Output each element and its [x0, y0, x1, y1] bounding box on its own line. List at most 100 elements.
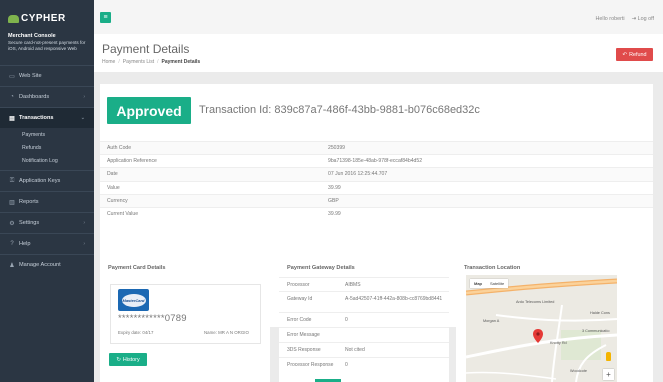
map-label: Knotty Rd — [550, 341, 567, 345]
sidebar: CYPHER Merchant Console Secure card-not-… — [0, 0, 94, 382]
chevron-right-icon: › — [83, 241, 85, 247]
sidebar-item-label: Application Keys — [19, 178, 61, 184]
brand-title: Merchant Console — [8, 33, 56, 39]
breadcrumb: Home / Payments List / Payment Details — [102, 59, 200, 65]
history-button-label: History — [122, 356, 140, 363]
breadcrumb-payments-list[interactable]: Payments List — [123, 59, 154, 65]
logo[interactable]: CYPHER — [0, 0, 94, 32]
payment-card: MasterCard ************0789 Expiry date:… — [110, 284, 261, 344]
chevron-down-icon: ⌄ — [80, 115, 85, 121]
sidebar-subitem-payments[interactable]: Payments — [0, 128, 94, 141]
hamburger-icon: ≡ — [103, 14, 108, 21]
menu-toggle-button[interactable]: ≡ — [100, 12, 111, 23]
payment-card-title: Payment Card Details — [108, 265, 166, 271]
sidebar-item-reports[interactable]: ▥ Reports — [0, 192, 94, 212]
sidebar-item-dashboards[interactable]: ◔ Dashboards › — [0, 87, 94, 107]
breadcrumb-home[interactable]: Home — [102, 59, 115, 65]
detail-value: 39.99 — [328, 184, 341, 191]
chevron-right-icon: › — [83, 220, 85, 226]
table-row: 3DS Response Not cited — [279, 342, 449, 357]
table-row: Currency GBP — [100, 193, 653, 207]
list-icon: ▤ — [9, 115, 15, 122]
table-row: Error Code 0 — [279, 312, 449, 327]
table-row: Value 39.99 — [100, 180, 653, 194]
cogs-icon: ⚙ — [9, 220, 15, 227]
detail-value: 250399 — [328, 145, 345, 152]
location-panel: Transaction Location Map Satellite Ardo … — [456, 256, 653, 382]
sidebar-item-manage-account[interactable]: ♟ Manage Account — [0, 255, 94, 275]
logout-icon: ⇥ — [631, 16, 637, 22]
table-row: Gateway Id A-5ad42507-41ff-442a-808b-cc8… — [279, 291, 449, 312]
table-row: Error Message — [279, 327, 449, 342]
street-view-pegman-icon[interactable] — [606, 352, 611, 361]
map-zoom-in-button[interactable]: + — [603, 369, 614, 380]
gateway-value: 0 — [345, 317, 348, 323]
tab-map[interactable]: Map — [470, 279, 486, 288]
sidebar-item-label: Dashboards — [19, 94, 50, 100]
card-expiry: Expiry date: 04/17 — [118, 330, 154, 335]
sidebar-subitem-refunds[interactable]: Refunds — [0, 141, 94, 154]
key-icon: ⚿ — [9, 177, 15, 184]
detail-key: Current Value — [107, 211, 139, 218]
sidebar-item-web-site[interactable]: ▭ Web Site — [0, 66, 94, 86]
gateway-panel: Payment Gateway Details Processor AIBMS … — [279, 256, 449, 382]
gateway-key: Processor — [287, 281, 310, 288]
gateway-key: 3DS Response — [287, 347, 321, 353]
breadcrumb-current: Payment Details — [161, 59, 201, 65]
table-row: Auth Code 250399 — [100, 141, 653, 155]
user-area: Hello roberti ⇥ Log off — [596, 16, 654, 22]
location-title: Transaction Location — [464, 265, 521, 271]
detail-key: Auth Code — [107, 145, 132, 152]
brand-subtitle: Secure card-not-present payments for iOS… — [8, 40, 86, 51]
logoff-link[interactable]: ⇥ Log off — [632, 16, 654, 22]
tab-satellite[interactable]: Satellite — [486, 279, 508, 288]
map-label: Ardo Telecoms Limited — [516, 300, 555, 304]
user-icon: ♟ — [9, 262, 15, 269]
table-row: Processor Response 0 — [279, 357, 449, 372]
chevron-right-icon: › — [83, 94, 85, 100]
detail-key: Date — [107, 171, 118, 178]
sidebar-item-label: Manage Account — [19, 262, 61, 268]
sidebar-item-help[interactable]: ? Help › — [0, 234, 94, 254]
payment-card-panel: Payment Card Details MasterCard ********… — [100, 256, 270, 382]
mastercard-logo-text: MasterCard — [121, 293, 146, 307]
detail-value: 9ba71398-185e-48ab-978f-eccaf84b4d52 — [328, 158, 423, 165]
gateway-title: Payment Gateway Details — [287, 265, 355, 271]
mastercard-icon: MasterCard — [118, 289, 149, 311]
gateway-value: AIBMS — [345, 281, 361, 288]
sidebar-nav: ▭ Web Site ◔ Dashboards › ▤ Transactions… — [0, 65, 94, 275]
logo-mark-icon — [8, 14, 19, 23]
location-map[interactable]: Map Satellite Ardo Telecoms Limited Morg… — [466, 275, 617, 382]
table-row: Processor AIBMS — [279, 277, 449, 291]
sidebar-item-label: Web Site — [19, 73, 42, 79]
report-icon: ▥ — [9, 199, 15, 206]
gateway-key: Error Message — [287, 332, 320, 338]
undo-icon: ↶ — [622, 51, 628, 58]
plus-icon: + — [606, 370, 611, 379]
gateway-key: Error Code — [287, 317, 312, 323]
sidebar-item-settings[interactable]: ⚙ Settings › — [0, 213, 94, 233]
history-icon: ↻ — [116, 356, 121, 363]
history-button[interactable]: ↻ History — [109, 353, 147, 366]
gateway-key: Gateway Id — [287, 296, 313, 302]
detail-key: Value — [107, 184, 120, 191]
table-row: Current Value 39.99 — [100, 206, 653, 220]
detail-value: GBP — [328, 197, 339, 204]
sidebar-item-label: Reports — [19, 199, 39, 205]
monitor-icon: ▭ — [9, 73, 15, 80]
map-label: 3 Communicatio — [582, 329, 610, 333]
refund-button-label: Refund — [629, 51, 647, 58]
sidebar-item-application-keys[interactable]: ⚿ Application Keys — [0, 171, 94, 191]
gateway-details-table: Processor AIBMS Gateway Id A-5ad42507-41… — [279, 277, 449, 372]
sidebar-item-label: Settings — [19, 220, 40, 226]
sidebar-item-transactions[interactable]: ▤ Transactions ⌄ — [0, 108, 94, 128]
sidebar-item-label: Help — [19, 241, 31, 247]
detail-key: Currency — [107, 197, 128, 204]
sidebar-subitem-notification-log[interactable]: Notification Log — [0, 154, 94, 167]
detail-key: Application Reference — [107, 158, 157, 165]
page-title: Payment Details — [102, 42, 190, 56]
map-label: Morgan A — [483, 319, 500, 323]
map-pin-dot — [536, 332, 540, 336]
gateway-value: 0 — [345, 362, 348, 368]
refund-button[interactable]: ↶ Refund — [616, 48, 653, 61]
